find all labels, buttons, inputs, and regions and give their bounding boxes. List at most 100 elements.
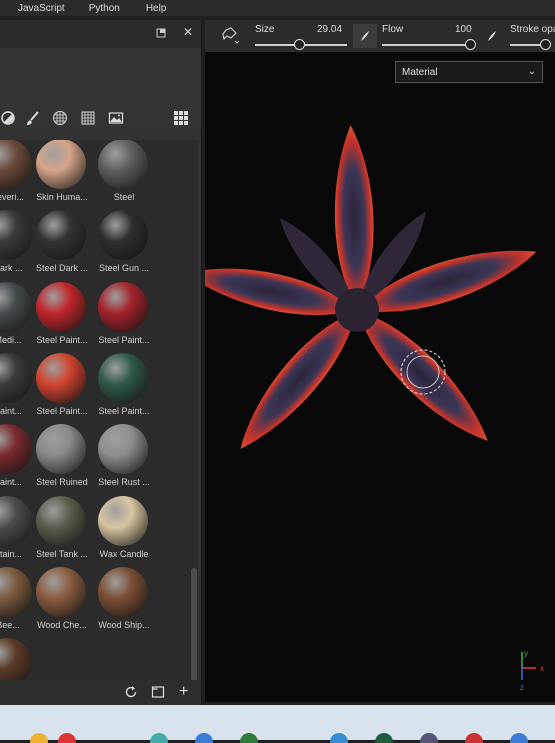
shelf-panel: ✕ Leveri...Skin Huma...SteelDark ...Stee… (0, 20, 202, 706)
taskbar-app-icon[interactable] (150, 733, 168, 743)
material-preview-sphere (0, 495, 32, 546)
material-preview-sphere (36, 495, 86, 546)
axis-y-label: y (524, 650, 528, 658)
brush-preset-icon[interactable] (219, 24, 243, 48)
add-icon[interactable]: + (179, 683, 188, 701)
size-slider-knob[interactable] (294, 39, 306, 50)
material-tile[interactable]: Steel Rust ... (93, 424, 155, 494)
stroke-opacity-label: Stroke opa (510, 24, 555, 35)
grid-pattern-icon[interactable] (80, 110, 96, 126)
material-preview-sphere (0, 281, 32, 332)
material-label: Steel Paint... (36, 334, 88, 345)
material-tile[interactable]: Steel (93, 140, 155, 209)
flow-value[interactable]: 100 (455, 24, 472, 35)
lily-model[interactable] (205, 52, 555, 702)
material-preview-sphere (0, 424, 32, 475)
material-tile[interactable]: Steel Dark ... (31, 210, 93, 280)
sphere-pattern-icon[interactable] (52, 110, 68, 126)
half-sphere-icon[interactable] (0, 110, 16, 126)
flow-pressure-button[interactable] (480, 24, 504, 48)
flow-slider-knob[interactable] (465, 39, 476, 50)
material-label: Steel Paint... (98, 405, 150, 416)
material-label: Steel Paint... (36, 405, 88, 416)
close-icon[interactable]: ✕ (183, 25, 193, 39)
material-tile[interactable]: Steel Tank ... (31, 495, 93, 566)
taskbar-app-icon[interactable] (375, 733, 393, 743)
material-preview-sphere (36, 281, 86, 332)
material-preview-sphere (98, 495, 148, 546)
taskbar-app-icon[interactable] (420, 733, 438, 743)
scrollbar-thumb[interactable] (191, 568, 197, 698)
material-preview-sphere (98, 281, 148, 332)
chevron-down-icon: ⌄ (527, 66, 536, 77)
material-preview-sphere (0, 566, 32, 617)
material-tile[interactable]: Wax Candle (93, 495, 155, 566)
grid-scrollbar[interactable] (190, 140, 198, 700)
material-label: Steel Paint... (98, 334, 150, 345)
axis-z-label: z (520, 683, 524, 692)
size-pressure-button[interactable] (353, 24, 377, 48)
grid-view-icon[interactable] (173, 110, 189, 126)
taskbar-app-icon[interactable] (240, 733, 258, 743)
material-preview-sphere (98, 140, 148, 189)
menu-help[interactable]: Help (146, 3, 167, 14)
menu-bar: JavaScript Python Help (0, 0, 555, 16)
material-select[interactable]: Material ⌄ (395, 61, 543, 83)
material-label: Steel Ruined (36, 477, 88, 488)
material-preview-sphere (98, 424, 148, 475)
axis-x-label: x (540, 664, 544, 673)
menu-python[interactable]: Python (89, 3, 120, 14)
stroke-opacity-knob[interactable] (540, 39, 551, 50)
material-label: Steel Tank ... (36, 548, 88, 559)
material-label: Steel Gun ... (98, 263, 150, 274)
material-tile[interactable]: Skin Huma... (31, 140, 93, 209)
material-tile[interactable]: Steel Paint... (31, 352, 93, 423)
taskbar-app-icon[interactable] (330, 733, 348, 743)
material-select-value: Material (402, 67, 438, 78)
material-preview-sphere (36, 352, 86, 403)
image-icon[interactable] (108, 110, 124, 126)
taskbar-app-icon[interactable] (30, 733, 48, 743)
axis-gizmo: x y z (520, 650, 544, 692)
material-tile[interactable]: Wood Che... (31, 566, 93, 637)
panel-header: ✕ (0, 20, 201, 48)
material-label: Wax Candle (99, 548, 149, 559)
size-label: Size (255, 24, 275, 35)
material-label: Steel Dark ... (35, 263, 89, 274)
maximize-icon[interactable] (156, 27, 166, 41)
material-tile[interactable]: Steel Paint... (93, 352, 155, 423)
material-tile[interactable]: Wood Ship... (93, 566, 155, 637)
3d-viewport[interactable]: Material ⌄ x y z (205, 52, 555, 702)
os-taskbar (0, 705, 555, 743)
menu-javascript[interactable]: JavaScript (18, 3, 65, 14)
material-preview-sphere (98, 210, 148, 261)
material-label: Wood Che... (37, 619, 87, 630)
taskbar-app-icon[interactable] (58, 733, 76, 743)
material-preview-sphere (36, 210, 86, 261)
material-preview-sphere (0, 140, 32, 189)
material-grid: Leveri...Skin Huma...SteelDark ...Steel … (0, 140, 190, 700)
material-preview-sphere (36, 424, 86, 475)
material-preview-sphere (98, 566, 148, 617)
material-tile[interactable]: Steel Gun ... (93, 210, 155, 280)
flow-slider[interactable] (382, 44, 470, 46)
refresh-icon[interactable] (124, 685, 138, 702)
material-tile[interactable]: Steel Paint... (31, 281, 93, 352)
new-folder-icon[interactable] (151, 685, 165, 702)
material-label: Skin Huma... (36, 192, 88, 202)
material-preview-sphere (36, 140, 86, 189)
taskbar-app-icon[interactable] (510, 733, 528, 743)
taskbar-app-icon[interactable] (195, 733, 213, 743)
taskbar-app-icon[interactable] (465, 733, 483, 743)
brush-toolbar: Size 29.04 Flow 100 Stroke opa (205, 20, 555, 52)
filter-toolbar (0, 106, 201, 132)
material-preview-sphere (36, 566, 86, 617)
material-preview-sphere (98, 352, 148, 403)
material-tile[interactable]: Steel Ruined (31, 424, 93, 494)
material-label: Steel (113, 192, 135, 202)
material-preview-sphere (0, 352, 32, 403)
material-tile[interactable]: Steel Paint... (93, 281, 155, 352)
size-value[interactable]: 29.04 (317, 24, 342, 35)
brush-icon[interactable] (25, 110, 41, 126)
material-preview-sphere (0, 210, 32, 261)
